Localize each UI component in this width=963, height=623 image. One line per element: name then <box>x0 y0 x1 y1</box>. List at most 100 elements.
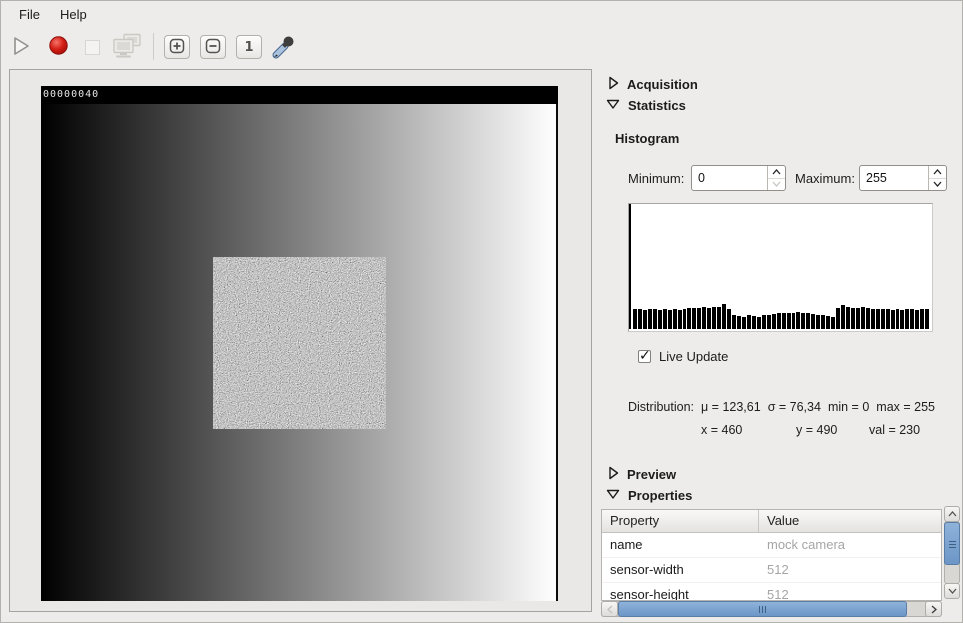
table-row[interactable]: sensor-height512 <box>602 583 941 601</box>
column-header-property[interactable]: Property <box>602 510 759 532</box>
minimum-label: Minimum: <box>628 171 684 186</box>
scrollbar-thumb[interactable] <box>944 522 960 565</box>
zoom-in-button[interactable] <box>164 35 190 59</box>
horizontal-scrollbar[interactable] <box>601 601 942 617</box>
histogram-bar <box>717 307 721 329</box>
histogram-bar <box>643 310 647 329</box>
cursor-val: val = 230 <box>869 423 920 437</box>
menu-file[interactable]: File <box>9 2 50 27</box>
histogram-bar <box>861 307 865 330</box>
histogram-bar <box>886 309 890 329</box>
histogram-bar <box>836 308 840 329</box>
spin-down-button[interactable] <box>768 179 785 191</box>
check-icon: ✓ <box>639 347 651 364</box>
histogram-bar <box>826 316 830 329</box>
spin-up-button[interactable] <box>929 166 946 179</box>
minimum-input[interactable] <box>692 166 767 190</box>
property-name-cell: name <box>602 533 759 557</box>
histogram-bar <box>633 309 637 329</box>
play-icon <box>12 36 30 59</box>
histogram-bar <box>683 309 687 329</box>
histogram-bar <box>905 309 909 329</box>
expander-label: Statistics <box>628 98 686 113</box>
menu-help[interactable]: Help <box>50 2 97 27</box>
display-icon <box>111 33 145 62</box>
maximum-label: Maximum: <box>795 171 855 186</box>
histogram-bar <box>891 310 895 329</box>
camera-image[interactable]: 00000040 <box>41 86 558 601</box>
scroll-up-button[interactable] <box>944 506 960 522</box>
histogram-bar <box>841 305 845 329</box>
expander-statistics[interactable]: Statistics <box>606 98 686 113</box>
histogram-bar <box>787 313 791 329</box>
frame-counter: 00000040 <box>41 86 558 104</box>
property-value-cell: 512 <box>759 558 941 582</box>
histogram-bar <box>920 309 924 329</box>
application-window: File Help <box>0 0 963 623</box>
spin-up-button[interactable] <box>768 166 785 179</box>
properties-table-body: namemock camerasensor-width512sensor-hei… <box>602 533 941 601</box>
histogram-bar <box>782 313 786 329</box>
table-header: Property Value <box>602 510 941 533</box>
stat-sigma: σ = 76,34 <box>768 400 821 414</box>
expander-label: Properties <box>628 488 692 503</box>
column-header-value[interactable]: Value <box>759 510 941 532</box>
histogram-bar <box>707 308 711 329</box>
scroll-right-button[interactable] <box>925 601 942 617</box>
histogram-chart <box>628 203 933 332</box>
histogram-bar <box>678 310 682 329</box>
zoom-out-button[interactable] <box>200 35 226 59</box>
scroll-down-button[interactable] <box>944 583 960 599</box>
play-button[interactable] <box>9 36 33 58</box>
histogram-bar <box>663 309 667 329</box>
histogram-bar <box>772 314 776 329</box>
fullscreen-button[interactable] <box>110 34 146 61</box>
viewer-frame: 00000040 <box>9 69 592 612</box>
histogram-bar <box>856 308 860 329</box>
vertical-scrollbar[interactable] <box>944 506 960 599</box>
spin-down-button[interactable] <box>929 179 946 191</box>
property-value-cell: mock camera <box>759 533 941 557</box>
zoom-in-icon <box>169 38 185 57</box>
histogram-bar <box>925 309 929 329</box>
stop-button[interactable] <box>83 38 101 56</box>
expander-acquisition[interactable]: Acquisition <box>608 76 698 93</box>
histogram-bar <box>737 316 741 329</box>
histogram-bar <box>816 315 820 329</box>
histogram-bar <box>777 313 781 329</box>
expander-label: Acquisition <box>627 77 698 92</box>
chevron-down-icon <box>606 98 620 113</box>
table-row[interactable]: namemock camera <box>602 533 941 558</box>
histogram-bar <box>638 309 642 329</box>
histogram-bar <box>806 313 810 329</box>
histogram-bar <box>722 304 726 329</box>
toolbar: 1 <box>1 28 962 66</box>
scrollbar-thumb[interactable] <box>618 601 907 617</box>
histogram-bar <box>896 309 900 329</box>
chevron-right-icon <box>608 466 619 483</box>
expander-properties[interactable]: Properties <box>606 488 692 503</box>
live-update-checkbox[interactable]: ✓ <box>638 350 651 363</box>
expander-preview[interactable]: Preview <box>608 466 676 483</box>
properties-table: Property Value namemock camerasensor-wid… <box>601 509 942 601</box>
histogram-bar <box>821 315 825 329</box>
histogram-bar <box>752 316 756 329</box>
histogram-bar <box>851 308 855 329</box>
maximum-spinbox <box>859 165 947 191</box>
histogram-bar <box>668 310 672 329</box>
record-button[interactable] <box>46 36 70 58</box>
color-picker-button[interactable] <box>269 32 299 62</box>
histogram-bar <box>712 307 716 330</box>
property-value-cell: 512 <box>759 583 941 601</box>
scroll-left-button[interactable] <box>601 601 618 617</box>
histogram-bar <box>757 317 761 330</box>
zoom-original-button[interactable]: 1 <box>236 35 262 59</box>
histogram-bar <box>697 308 701 329</box>
table-row[interactable]: sensor-width512 <box>602 558 941 583</box>
maximum-input[interactable] <box>860 166 928 190</box>
histogram-bar <box>767 315 771 329</box>
histogram-bar <box>702 307 706 330</box>
distribution-stats: Distribution: μ = 123,61 σ = 76,34 min =… <box>628 400 935 414</box>
toolbar-separator <box>153 33 154 60</box>
histogram-bar <box>629 204 631 329</box>
